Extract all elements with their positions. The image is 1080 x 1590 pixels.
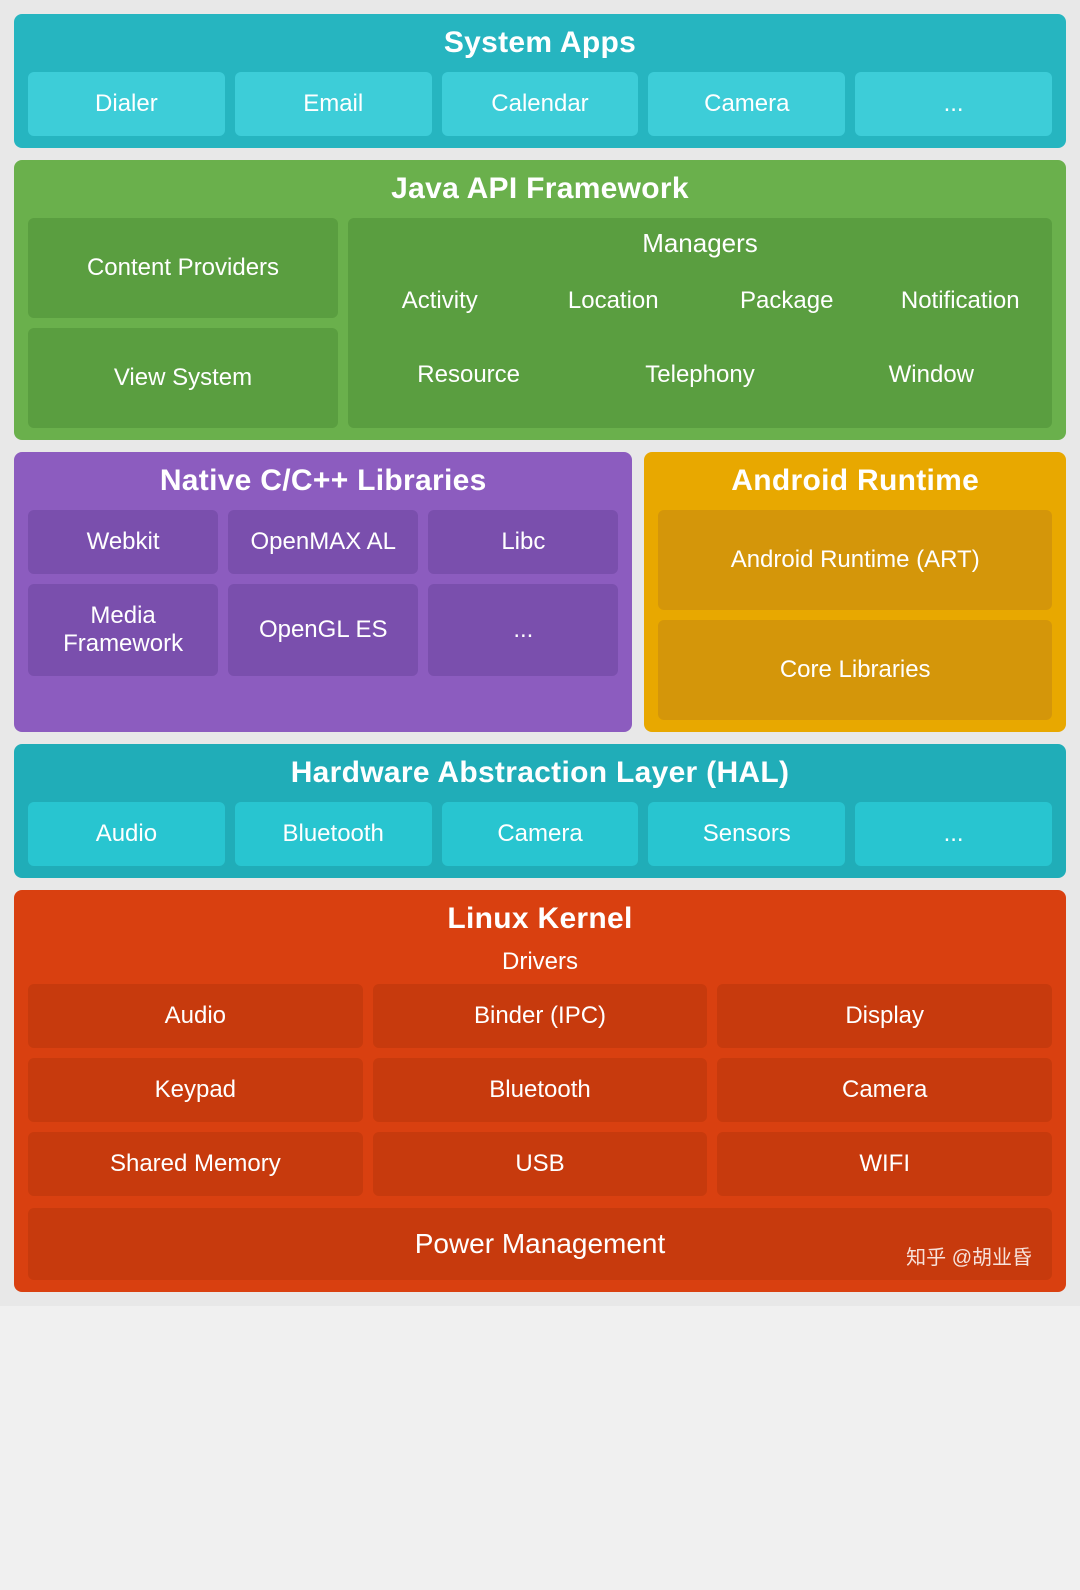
layer-java-framework: Java API Framework Content Providers Vie…: [14, 160, 1066, 440]
java-view-system: View System: [28, 328, 338, 428]
mgr-resource: Resource: [358, 343, 579, 407]
driver-bluetooth: Bluetooth: [373, 1058, 708, 1122]
driver-camera: Camera: [717, 1058, 1052, 1122]
java-left-col: Content Providers View System: [28, 218, 338, 428]
layer-hal: Hardware Abstraction Layer (HAL) Audio B…: [14, 744, 1066, 878]
native-runtime-section: Native C/C++ Libraries Webkit OpenMAX AL…: [14, 452, 1066, 732]
native-media: Media Framework: [28, 584, 218, 676]
driver-usb: USB: [373, 1132, 708, 1196]
driver-audio: Audio: [28, 984, 363, 1048]
watermark-label: 知乎 @胡业昏: [906, 1241, 1032, 1270]
hal-row: Audio Bluetooth Camera Sensors ...: [28, 802, 1052, 866]
native-openmax: OpenMAX AL: [228, 510, 418, 574]
system-apps-title: System Apps: [28, 26, 1052, 60]
sysapp-email: Email: [235, 72, 432, 136]
native-libc: Libc: [428, 510, 618, 574]
drivers-row1: Audio Binder (IPC) Display: [28, 984, 1052, 1048]
sysapp-more: ...: [855, 72, 1052, 136]
java-title: Java API Framework: [28, 172, 1052, 206]
driver-shared-memory: Shared Memory: [28, 1132, 363, 1196]
runtime-title: Android Runtime: [658, 464, 1052, 498]
native-title: Native C/C++ Libraries: [28, 464, 618, 498]
native-more: ...: [428, 584, 618, 676]
mgr-activity: Activity: [358, 269, 522, 333]
java-inner: Content Providers View System Managers A…: [28, 218, 1052, 428]
layer-native-libs: Native C/C++ Libraries Webkit OpenMAX AL…: [14, 452, 632, 732]
managers-row2: Resource Telephony Window: [358, 343, 1042, 407]
system-apps-row: Dialer Email Calendar Camera ...: [28, 72, 1052, 136]
hal-camera: Camera: [442, 802, 639, 866]
managers-title: Managers: [358, 228, 1042, 259]
driver-binder: Binder (IPC): [373, 984, 708, 1048]
mgr-notification: Notification: [879, 269, 1043, 333]
native-row2: Media Framework OpenGL ES ...: [28, 584, 618, 676]
managers-row1: Activity Location Package Notification: [358, 269, 1042, 333]
power-management-label: Power Management: [415, 1228, 666, 1259]
mgr-package: Package: [705, 269, 869, 333]
runtime-art: Android Runtime (ART): [658, 510, 1052, 610]
driver-keypad: Keypad: [28, 1058, 363, 1122]
layer-android-runtime: Android Runtime Android Runtime (ART) Co…: [644, 452, 1066, 732]
sysapp-camera: Camera: [648, 72, 845, 136]
hal-bluetooth: Bluetooth: [235, 802, 432, 866]
hal-more: ...: [855, 802, 1052, 866]
layer-system-apps: System Apps Dialer Email Calendar Camera…: [14, 14, 1066, 148]
mgr-telephony: Telephony: [589, 343, 810, 407]
driver-display: Display: [717, 984, 1052, 1048]
hal-title: Hardware Abstraction Layer (HAL): [28, 756, 1052, 790]
hal-sensors: Sensors: [648, 802, 845, 866]
native-row1: Webkit OpenMAX AL Libc: [28, 510, 618, 574]
native-opengl: OpenGL ES: [228, 584, 418, 676]
layer-linux-kernel: Linux Kernel Drivers Audio Binder (IPC) …: [14, 890, 1066, 1292]
java-managers-section: Managers Activity Location Package Notif…: [348, 218, 1052, 428]
power-management-bar: Power Management 知乎 @胡业昏: [28, 1208, 1052, 1280]
drivers-row3: Shared Memory USB WIFI: [28, 1132, 1052, 1196]
driver-wifi: WIFI: [717, 1132, 1052, 1196]
android-architecture-diagram: System Apps Dialer Email Calendar Camera…: [0, 0, 1080, 1306]
sysapp-calendar: Calendar: [442, 72, 639, 136]
runtime-core-libs: Core Libraries: [658, 620, 1052, 720]
hal-audio: Audio: [28, 802, 225, 866]
mgr-window: Window: [821, 343, 1042, 407]
mgr-location: Location: [532, 269, 696, 333]
native-webkit: Webkit: [28, 510, 218, 574]
drivers-title: Drivers: [28, 948, 1052, 976]
sysapp-dialer: Dialer: [28, 72, 225, 136]
drivers-row2: Keypad Bluetooth Camera: [28, 1058, 1052, 1122]
java-content-providers: Content Providers: [28, 218, 338, 318]
kernel-title: Linux Kernel: [28, 902, 1052, 936]
